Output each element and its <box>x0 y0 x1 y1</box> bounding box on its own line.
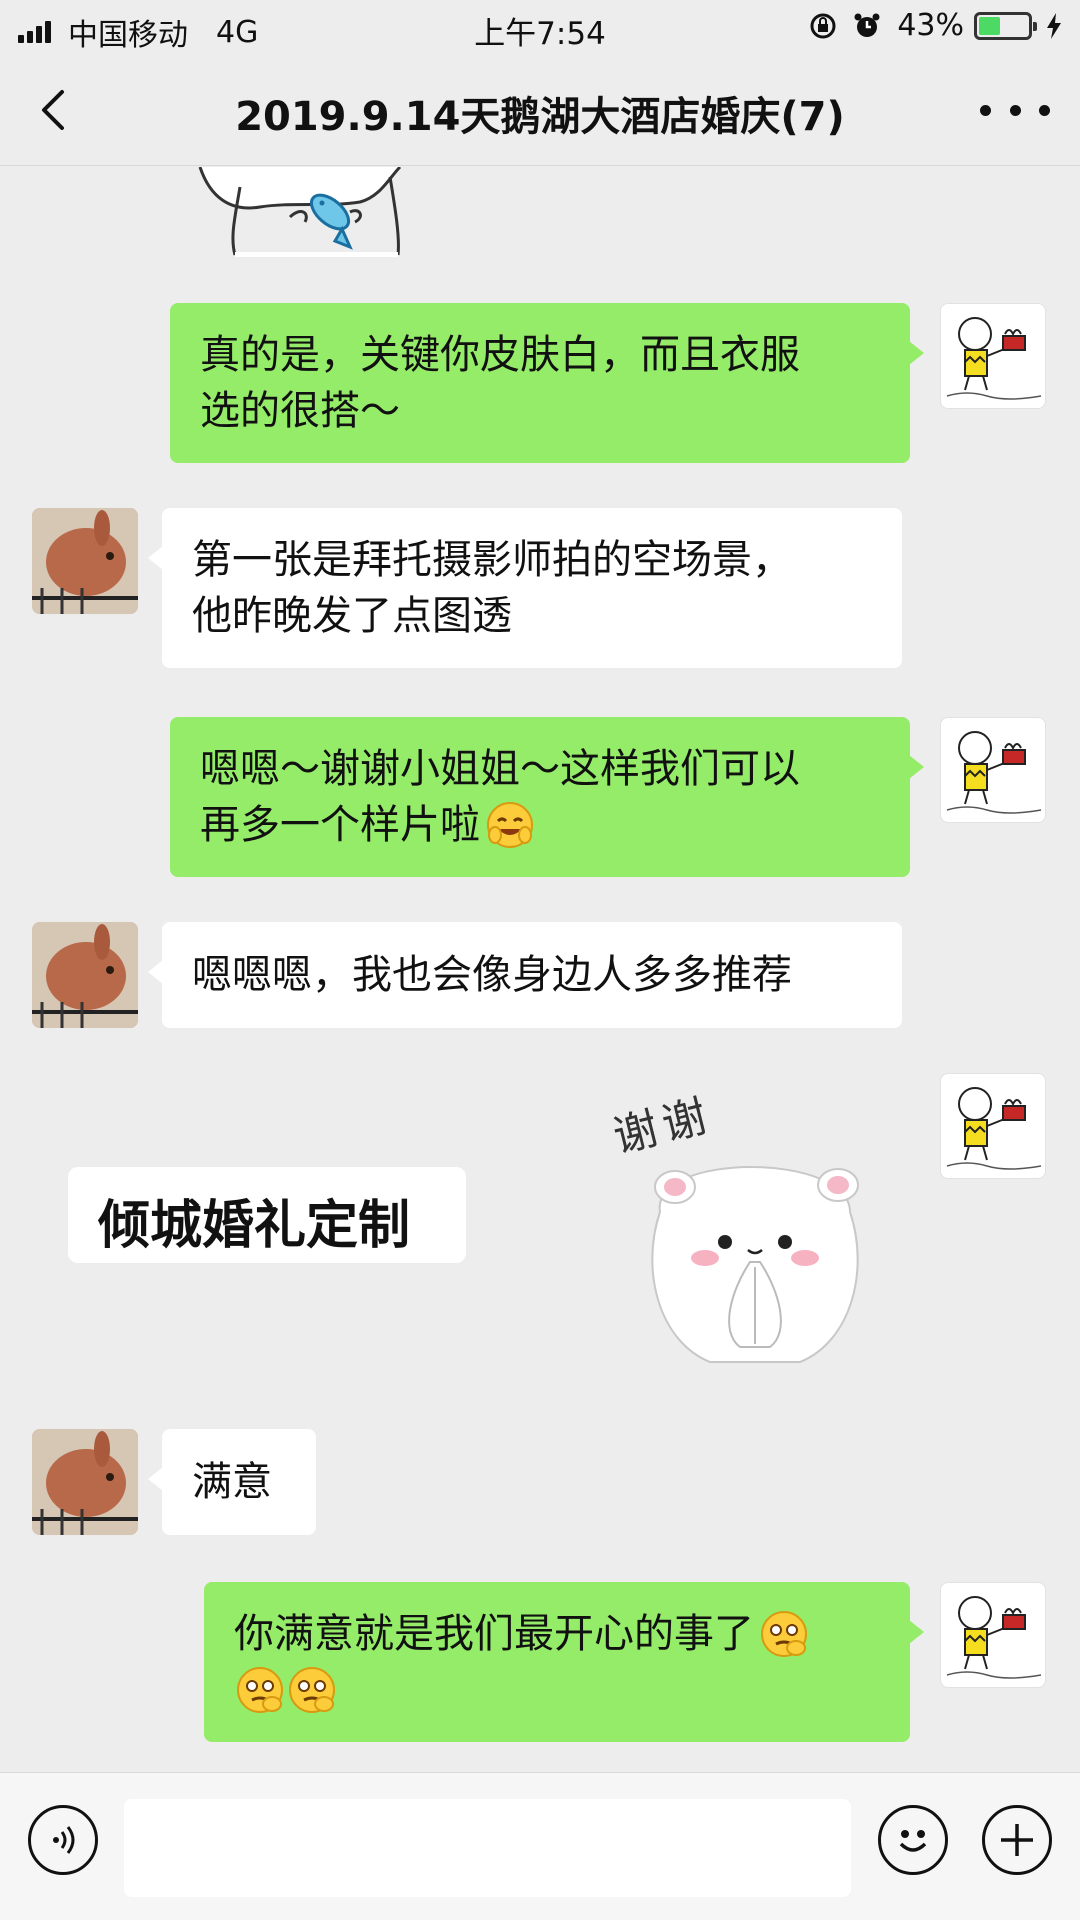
message-bubble-sent[interactable]: 你满意就是我们最开心的事了 <box>204 1582 924 1742</box>
nav-bar: 2019.9.14天鹅湖大酒店婚庆(7) <box>0 54 1080 166</box>
avatar[interactable] <box>32 1429 138 1535</box>
hamster-sticker[interactable]: 谢谢 <box>600 1082 900 1382</box>
plus-sign-icon <box>1001 1824 1033 1856</box>
brand-card-text: 倾城婚礼定制 <box>98 1196 411 1256</box>
rabbit-avatar-icon <box>32 922 138 1028</box>
alarm-icon <box>854 13 880 37</box>
more-icon[interactable] <box>980 90 1050 130</box>
message-text: 真的是，关键你皮肤白，而且衣服 <box>200 332 800 378</box>
plus-icon[interactable] <box>982 1805 1052 1875</box>
snoopy-avatar-icon <box>946 1087 1042 1170</box>
snoopy-avatar-icon <box>946 1596 1042 1679</box>
avatar[interactable] <box>940 303 1046 409</box>
chevron-left-icon[interactable] <box>28 82 84 138</box>
message-text: 他昨晚发了点图透 <box>192 593 512 639</box>
status-right: 43% <box>809 8 1064 43</box>
emoji-icon[interactable] <box>878 1805 948 1875</box>
smiley-face-icon <box>899 1830 927 1852</box>
voice-icon[interactable] <box>28 1805 98 1875</box>
rotation-lock-icon <box>810 13 836 38</box>
message-text: 嗯嗯嗯，我也会像身边人多多推荐 <box>192 952 792 998</box>
avatar[interactable] <box>32 508 138 614</box>
brand-card[interactable]: 倾城婚礼定制 <box>68 1167 466 1263</box>
battery-percent: 43% <box>897 8 964 43</box>
thinking-emoji-icon <box>237 1667 283 1713</box>
message-bubble-sent[interactable]: 嗯嗯～谢谢小姐姐～这样我们可以 再多一个样片啦 <box>170 717 924 877</box>
message-text: 第一张是拜托摄影师拍的空场景， <box>192 537 792 583</box>
input-bar <box>0 1772 1080 1920</box>
hamster-icon <box>651 1166 859 1363</box>
message-bubble-received[interactable]: 第一张是拜托摄影师拍的空场景， 他昨晚发了点图透 <box>148 508 902 668</box>
cat-sticker <box>198 167 402 257</box>
message-text: 选的很搭～ <box>200 388 400 434</box>
message-text: 嗯嗯～谢谢小姐姐～这样我们可以 <box>200 746 800 792</box>
chat-title: 2019.9.14天鹅湖大酒店婚庆(7) <box>235 94 845 140</box>
chat-area[interactable]: 真的是，关键你皮肤白，而且衣服 选的很搭～ 第一张是拜托摄影师拍的空场景， 他昨… <box>0 167 1080 1772</box>
thinking-emoji-icon <box>289 1667 335 1713</box>
message-bubble-sent[interactable]: 真的是，关键你皮肤白，而且衣服 选的很搭～ <box>170 303 924 463</box>
status-bar: 中国移动 4G 上午7:54 43% <box>0 0 1080 54</box>
message-text: 满意 <box>192 1459 272 1505</box>
rabbit-avatar-icon <box>32 1429 138 1535</box>
avatar[interactable] <box>940 717 1046 823</box>
rabbit-avatar-icon <box>32 508 138 614</box>
battery-fill <box>979 16 1000 35</box>
message-bubble-received[interactable]: 满意 <box>148 1429 316 1535</box>
message-text: 再多一个样片啦 <box>200 802 480 848</box>
smile-emoji-icon <box>487 802 533 848</box>
battery-icon <box>974 11 1037 40</box>
thinking-emoji-icon <box>761 1611 807 1657</box>
avatar[interactable] <box>940 1073 1046 1179</box>
message-bubble-received[interactable]: 嗯嗯嗯，我也会像身边人多多推荐 <box>148 922 902 1028</box>
voice-wave-icon <box>53 1826 75 1854</box>
message-text: 你满意就是我们最开心的事了 <box>234 1611 754 1657</box>
charging-icon <box>1047 12 1061 39</box>
avatar[interactable] <box>32 922 138 1028</box>
snoopy-avatar-icon <box>946 731 1042 814</box>
message-input[interactable] <box>124 1799 851 1897</box>
avatar[interactable] <box>940 1582 1046 1688</box>
snoopy-avatar-icon <box>946 317 1042 400</box>
